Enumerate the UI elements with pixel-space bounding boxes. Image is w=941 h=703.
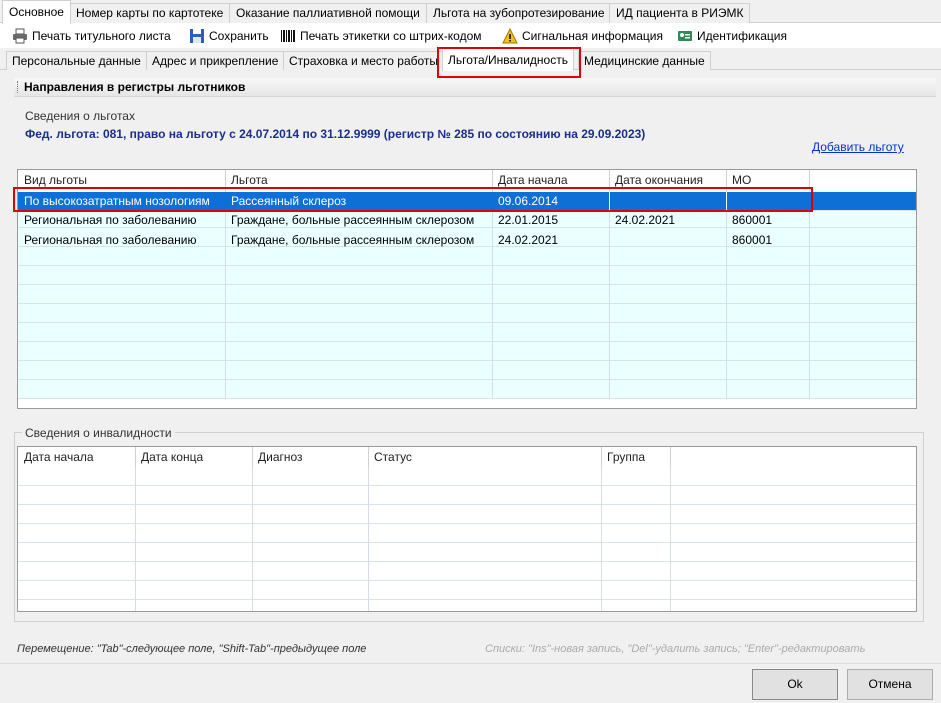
- signal-info-label: Сигнальная информация: [522, 29, 663, 43]
- header-separator: [670, 447, 671, 467]
- printer-icon: [12, 28, 28, 44]
- cell-end-date: [609, 192, 726, 211]
- print-title-page-button[interactable]: Печать титульного листа: [12, 26, 171, 46]
- column-divider: [252, 467, 253, 611]
- sub-tab-strip: Персональные данные Адрес и прикрепление…: [0, 48, 941, 71]
- cell-mo: [726, 192, 809, 211]
- tab-card-number[interactable]: Номер карты по картотеке: [69, 3, 231, 23]
- table-row-selected[interactable]: По высокозатратным нозологиям Рассеянный…: [18, 192, 916, 211]
- column-divider: [601, 467, 602, 611]
- identification-label: Идентификация: [697, 29, 787, 43]
- tab-palliative-care[interactable]: Оказание паллиативной помощи: [229, 3, 427, 23]
- table-row[interactable]: Региональная по заболеванию Граждане, бо…: [18, 231, 916, 250]
- col-header-end-date[interactable]: Дата конца: [135, 447, 203, 467]
- toolbar: Печать титульного листа Сохранить Печать…: [0, 23, 941, 48]
- table-row-empty: [18, 581, 916, 600]
- col-header-mo[interactable]: МО: [726, 170, 751, 190]
- cell-mo: 860001: [732, 213, 773, 227]
- col-header-start-date[interactable]: Дата начала: [18, 447, 94, 467]
- identification-button[interactable]: Идентификация: [677, 26, 787, 46]
- navigation-hint: Перемещение: "Tab"-следующее поле, "Shif…: [17, 643, 367, 655]
- table-row-empty: [18, 486, 916, 505]
- table-row-empty: [18, 562, 916, 581]
- ok-button[interactable]: Ok: [752, 669, 838, 700]
- disability-group-label: Сведения о инвалидности: [22, 426, 175, 440]
- table-row-empty: [18, 266, 916, 285]
- cell-start-date: 22.01.2015: [498, 213, 559, 227]
- table-row-empty: [18, 467, 916, 486]
- cell-benefit-type: Региональная по заболеванию: [24, 233, 197, 247]
- column-divider: [670, 467, 671, 611]
- table-row-empty: [18, 524, 916, 543]
- save-label: Сохранить: [209, 29, 269, 43]
- table-row-empty: [18, 380, 916, 399]
- col-header-benefit-type[interactable]: Вид льготы: [18, 170, 87, 190]
- table-row-empty: [18, 505, 916, 524]
- tab-dental-benefit[interactable]: Льгота на зубопротезирование: [426, 3, 612, 23]
- cell-mo: 860001: [732, 233, 773, 247]
- cell-benefit: Рассеянный склероз: [231, 194, 347, 208]
- col-header-status[interactable]: Статус: [368, 447, 412, 467]
- id-card-icon: [677, 28, 693, 44]
- cell-end-date: [609, 231, 726, 250]
- col-header-diagnosis[interactable]: Диагноз: [252, 447, 303, 467]
- print-barcode-label: Печать этикетки со штрих-кодом: [300, 29, 482, 43]
- cell-benefit: Граждане, больные рассеянным склерозом: [231, 213, 475, 227]
- print-title-page-label: Печать титульного листа: [32, 29, 171, 43]
- table-row-empty: [18, 323, 916, 342]
- benefits-rows: По высокозатратным нозологиям Рассеянный…: [18, 190, 916, 399]
- cell-start-date: 09.06.2014: [498, 194, 559, 208]
- tab-main[interactable]: Основное: [2, 0, 71, 24]
- add-benefit-link[interactable]: Добавить льготу: [812, 140, 904, 154]
- floppy-disk-icon: [189, 28, 205, 44]
- main-tab-strip: Основное Номер карты по картотеке Оказан…: [0, 0, 941, 24]
- table-row[interactable]: Региональная по заболеванию Граждане, бо…: [18, 211, 916, 230]
- tab-benefits-disability[interactable]: Льгота/Инвалидность: [442, 48, 574, 71]
- table-row-empty: [18, 361, 916, 380]
- barcode-icon: [280, 28, 296, 44]
- table-row-empty: [18, 285, 916, 304]
- signal-info-button[interactable]: Сигнальная информация: [502, 26, 663, 46]
- section-header: Направления в регистры льготников: [14, 78, 936, 97]
- tab-riemk-patient-id[interactable]: ИД пациента в РИЭМК: [609, 3, 751, 23]
- benefits-group-label: Сведения о льготах: [25, 109, 135, 123]
- header-separator: [809, 170, 810, 190]
- table-row-empty: [18, 543, 916, 562]
- table-row-empty: [18, 304, 916, 323]
- list-keys-hint: Списки: "Ins"-новая запись, "Del"-удалит…: [485, 643, 866, 655]
- col-header-start-date[interactable]: Дата начала: [492, 170, 568, 190]
- column-divider: [135, 467, 136, 611]
- table-row-empty: [18, 342, 916, 361]
- col-header-group[interactable]: Группа: [601, 447, 645, 467]
- cell-benefit-type: По высокозатратным нозологиям: [24, 194, 210, 208]
- federal-benefit-info: Фед. льгота: 081, право на льготу с 24.0…: [25, 127, 646, 141]
- column-divider: [609, 192, 610, 210]
- print-barcode-label-button[interactable]: Печать этикетки со штрих-кодом: [280, 26, 482, 46]
- column-divider: [368, 467, 369, 611]
- col-header-end-date[interactable]: Дата окончания: [609, 170, 703, 190]
- tab-insurance-work[interactable]: Страховка и место работы: [283, 51, 445, 70]
- cell-benefit: Граждане, больные рассеянным склерозом: [231, 233, 475, 247]
- tab-address[interactable]: Адрес и прикрепление: [146, 51, 285, 70]
- tab-personal-data[interactable]: Персональные данные: [6, 51, 147, 70]
- cancel-button[interactable]: Отмена: [847, 669, 933, 700]
- col-header-benefit[interactable]: Льгота: [225, 170, 268, 190]
- cell-benefit-type: Региональная по заболеванию: [24, 213, 197, 227]
- disability-rows: [18, 467, 916, 611]
- disability-table: Дата начала Дата конца Диагноз Статус Гр…: [17, 446, 917, 612]
- column-divider: [726, 192, 727, 210]
- tab-medical-data[interactable]: Медицинские данные: [578, 51, 711, 70]
- warning-icon: [502, 28, 518, 44]
- benefits-table: Вид льготы Льгота Дата начала Дата оконч…: [17, 169, 917, 409]
- save-button[interactable]: Сохранить: [189, 26, 269, 46]
- cell-end-date: 24.02.2021: [615, 213, 676, 227]
- cell-start-date: 24.02.2021: [498, 233, 559, 247]
